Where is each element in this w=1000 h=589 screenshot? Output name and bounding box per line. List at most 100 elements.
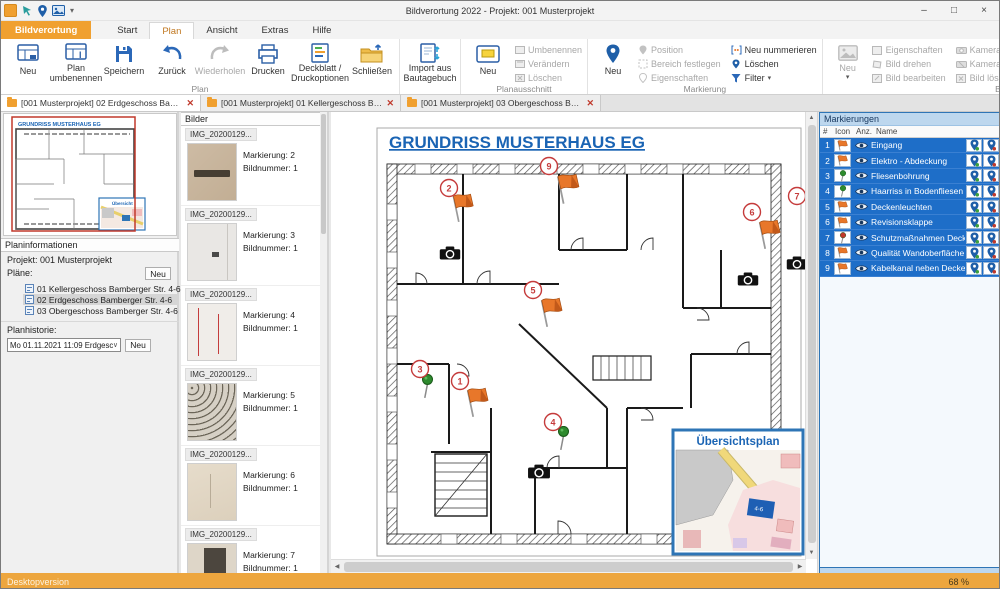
plan-tree-item[interactable]: 01 Kellergeschoss Bamberger Str. 4-6 bbox=[23, 283, 179, 294]
visibility-eye-icon[interactable] bbox=[853, 218, 870, 227]
app-menu-button[interactable]: Bildverortung bbox=[1, 21, 91, 39]
markierung-row[interactable]: 9 Kabelkanal neben Deckendurch bbox=[820, 261, 1000, 276]
ausschnitt-loeschen-button[interactable]: Löschen bbox=[512, 72, 584, 84]
app-logo-icon[interactable] bbox=[4, 4, 17, 17]
ausschnitt-veraendern-button[interactable]: Verändern bbox=[512, 58, 584, 70]
pin-add-button[interactable] bbox=[966, 262, 982, 275]
plan-tree-item[interactable]: 03 Obergeschoss Bamberger Str. 4-6 bbox=[23, 305, 179, 316]
kamerastandort-loeschen-button[interactable]: Kamerastandort löschen bbox=[954, 58, 1000, 70]
plan-neu-sidebar-button[interactable]: Neu bbox=[145, 267, 171, 280]
document-tab[interactable]: [001 Musterprojekt] 03 Obergeschoss Bamb… bbox=[401, 95, 601, 111]
visibility-eye-icon[interactable] bbox=[853, 202, 870, 211]
pin-remove-button[interactable] bbox=[983, 169, 999, 182]
image-thumbnail[interactable] bbox=[187, 143, 237, 201]
close-tab-icon[interactable]: ✕ bbox=[186, 98, 194, 109]
pin-add-button[interactable] bbox=[966, 231, 982, 244]
image-thumbnail[interactable] bbox=[187, 543, 237, 573]
pin-remove-button[interactable] bbox=[983, 231, 999, 244]
scroll-down-icon[interactable]: ▼ bbox=[806, 547, 817, 559]
drucken-button[interactable]: Drucken bbox=[244, 41, 292, 83]
plan-history-dropdown[interactable]: Mo 01.11.2021 11:09 Erdgeschoss ( ∨ bbox=[7, 338, 121, 352]
scrollbar-thumb[interactable] bbox=[344, 562, 793, 572]
column-name[interactable]: Name bbox=[876, 127, 1000, 136]
scroll-left-icon[interactable]: ◀ bbox=[331, 563, 343, 570]
image-thumbnail[interactable] bbox=[187, 223, 237, 281]
markierung-eigenschaften-button[interactable]: Eigenschaften bbox=[635, 72, 723, 84]
pin-add-button[interactable] bbox=[966, 185, 982, 198]
close-button[interactable]: × bbox=[969, 1, 999, 20]
plan-canvas[interactable]: GRUNDRISS MUSTERHAUS EG bbox=[331, 112, 818, 573]
vertical-scrollbar[interactable]: ▲ ▼ bbox=[805, 112, 817, 559]
bild-list-item[interactable]: IMG_20200129... Markierung: 3 Bildnummer… bbox=[181, 206, 327, 286]
tab-start[interactable]: Start bbox=[105, 22, 149, 39]
visibility-eye-icon[interactable] bbox=[853, 156, 870, 165]
bild-bearbeiten-button[interactable]: Bild bearbeiten bbox=[870, 72, 948, 84]
tab-plan[interactable]: Plan bbox=[149, 22, 194, 39]
bilder-scrollbar[interactable] bbox=[320, 112, 327, 573]
scroll-right-icon[interactable]: ▶ bbox=[794, 563, 806, 570]
bereich-festlegen-button[interactable]: Bereich festlegen bbox=[635, 58, 723, 70]
bild-list-item[interactable]: IMG_20200129... Markierung: 6 Bildnummer… bbox=[181, 446, 327, 526]
column-icon[interactable]: Icon bbox=[835, 127, 856, 136]
image-thumbnail[interactable] bbox=[187, 383, 237, 441]
markierung-row[interactable]: 2 Elektro - Abdeckung bbox=[820, 153, 1000, 168]
qat-dropdown-icon[interactable]: ▾ bbox=[70, 6, 74, 15]
schliessen-button[interactable]: Schließen bbox=[348, 41, 396, 83]
markierung-row[interactable]: 5 Deckenleuchten bbox=[820, 200, 1000, 215]
visibility-eye-icon[interactable] bbox=[853, 233, 870, 242]
pin-add-button[interactable] bbox=[966, 216, 982, 229]
markierung-row[interactable]: 6 Revisionsklappe bbox=[820, 215, 1000, 230]
wiederholen-button[interactable]: Wiederholen bbox=[196, 41, 244, 83]
tab-hilfe[interactable]: Hilfe bbox=[300, 22, 343, 39]
bild-list-item[interactable]: IMG_20200129... Markierung: 4 Bildnummer… bbox=[181, 286, 327, 366]
image-thumbnail[interactable] bbox=[187, 463, 237, 521]
planausschnitt-neu-button[interactable]: Neu bbox=[464, 41, 512, 83]
plan-umbenennen-button[interactable]: I Plan umbenennen bbox=[52, 41, 100, 83]
bild-eigenschaften-button[interactable]: Eigenschaften bbox=[870, 44, 948, 56]
neu-nummerieren-button[interactable]: Neu nummerieren bbox=[729, 44, 819, 56]
markierung-row[interactable]: 3 Fliesenbohrung bbox=[820, 169, 1000, 184]
bild-list-item[interactable]: IMG_20200129... Markierung: 5 Bildnummer… bbox=[181, 366, 327, 446]
column-anz[interactable]: Anz. bbox=[856, 127, 876, 136]
visibility-eye-icon[interactable] bbox=[853, 264, 870, 273]
visibility-eye-icon[interactable] bbox=[853, 248, 870, 257]
plan-overview-preview[interactable]: GRUNDRISS MUSTERHAUS EG Übersicht bbox=[3, 113, 177, 236]
close-tab-icon[interactable]: ✕ bbox=[386, 98, 394, 109]
position-button[interactable]: Position bbox=[635, 44, 723, 56]
speichern-button[interactable]: Speichern bbox=[100, 41, 148, 83]
visibility-eye-icon[interactable] bbox=[853, 141, 870, 150]
horizontal-scrollbar[interactable]: ◀ ▶ bbox=[331, 559, 806, 573]
column-num[interactable]: # bbox=[820, 127, 835, 136]
pin-remove-button[interactable] bbox=[983, 216, 999, 229]
import-bautagebuch-button[interactable]: Import aus Bautagebuch bbox=[403, 41, 457, 83]
document-tab[interactable]: [001 Musterprojekt] 02 Erdgeschoss Bambe… bbox=[1, 95, 201, 111]
pin-icon[interactable] bbox=[38, 5, 47, 17]
pin-remove-button[interactable] bbox=[983, 185, 999, 198]
deckblatt-button[interactable]: Deckblatt / Druckoptionen bbox=[292, 41, 348, 83]
select-tool-icon[interactable] bbox=[22, 5, 33, 16]
image-thumbnail[interactable] bbox=[187, 303, 237, 361]
bild-neu-button[interactable]: Neu ▾ bbox=[826, 41, 870, 83]
pin-remove-button[interactable] bbox=[983, 200, 999, 213]
visibility-eye-icon[interactable] bbox=[853, 187, 870, 196]
pin-add-button[interactable] bbox=[966, 246, 982, 259]
markierung-row[interactable]: 4 Haarriss in Bodenfliesen bbox=[820, 184, 1000, 199]
plan-neu-button[interactable]: Neu bbox=[4, 41, 52, 83]
markierung-row[interactable]: 7 Schutzmaßnahmen Deckeninsta bbox=[820, 230, 1000, 245]
markierung-neu-button[interactable]: Neu bbox=[591, 41, 635, 83]
bild-list-item[interactable]: IMG_20200129... Markierung: 2 Bildnummer… bbox=[181, 126, 327, 206]
maximize-button[interactable]: □ bbox=[939, 1, 969, 20]
bild-loeschen-button[interactable]: Bild löschen bbox=[954, 72, 1000, 84]
pin-remove-button[interactable] bbox=[983, 246, 999, 259]
bild-drehen-button[interactable]: Bild drehen bbox=[870, 58, 948, 70]
close-tab-icon[interactable]: ✕ bbox=[586, 98, 594, 109]
pin-remove-button[interactable] bbox=[983, 139, 999, 152]
tab-extras[interactable]: Extras bbox=[250, 22, 301, 39]
pin-add-button[interactable] bbox=[966, 200, 982, 213]
bild-list-item[interactable]: IMG_20200129... Markierung: 7 Bildnummer… bbox=[181, 526, 327, 573]
markierung-row[interactable]: 1 Eingang bbox=[820, 138, 1000, 153]
pin-remove-button[interactable] bbox=[983, 262, 999, 275]
minimize-button[interactable]: – bbox=[909, 1, 939, 20]
pin-remove-button[interactable] bbox=[983, 154, 999, 167]
plan-tree-item-selected[interactable]: 02 Erdgeschoss Bamberger Str. 4-6 bbox=[23, 294, 179, 305]
